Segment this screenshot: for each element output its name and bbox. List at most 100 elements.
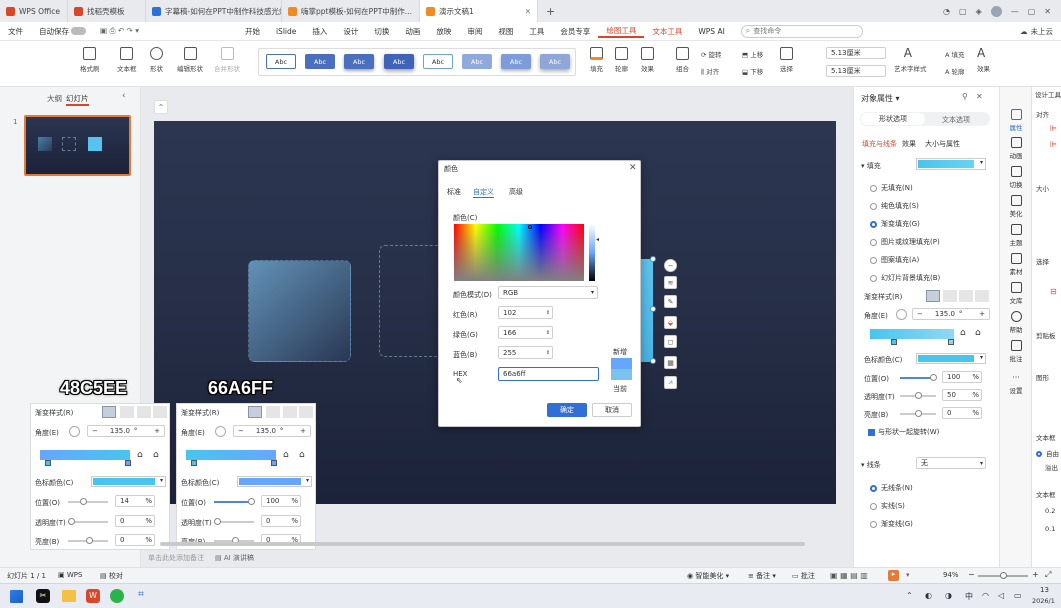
tab-presentation[interactable]: 演示文稿1 ✕ xyxy=(420,0,538,22)
green-input[interactable]: 166 ⇕ xyxy=(498,326,553,339)
close-panel-icon[interactable]: ✕ xyxy=(976,92,983,101)
shape-style-8[interactable]: Abc xyxy=(540,54,570,69)
autofit-option[interactable]: 自由 xyxy=(1036,448,1059,458)
fill-section-toggle[interactable]: ▾ 填充 xyxy=(861,161,881,171)
menu-member[interactable]: 会员专享 xyxy=(552,26,598,37)
zoom-slider[interactable] xyxy=(978,572,1028,579)
brightness-slider[interactable] xyxy=(900,410,936,417)
menu-slideshow[interactable]: 放映 xyxy=(428,26,459,37)
autosave-toggle[interactable] xyxy=(71,27,86,35)
battery-icon[interactable]: ▭ xyxy=(1014,591,1022,600)
tab-subtitle-doc[interactable]: 字幕稿-如何在PPT中制作科技感光效 xyxy=(146,0,282,22)
zoom-out-icon[interactable]: − xyxy=(968,570,975,579)
smart-beautify-button[interactable]: ◉ 智能美化 ▾ xyxy=(687,571,729,581)
transparency-slider[interactable] xyxy=(214,518,254,525)
windows-start-icon[interactable] xyxy=(10,590,23,603)
position-slider[interactable] xyxy=(214,498,255,505)
shape-style-4[interactable]: Abc xyxy=(384,54,414,69)
send-backward-button[interactable]: ⬓ 下移 xyxy=(742,66,763,76)
gradient-stop[interactable] xyxy=(191,460,197,466)
gradient-bar[interactable] xyxy=(40,450,130,460)
ok-button[interactable]: 确定 xyxy=(547,403,587,417)
sidebar-settings[interactable]: ··· 设置 xyxy=(1000,372,1032,395)
merge-shape-button[interactable]: 合并形状 xyxy=(214,47,240,73)
minimize-icon[interactable]: — xyxy=(1011,7,1019,16)
textbox-button[interactable]: 文本框 xyxy=(117,47,137,73)
wechat-icon[interactable] xyxy=(110,589,124,603)
gradient-stop[interactable] xyxy=(125,460,131,466)
close-dialog-icon[interactable]: ✕ xyxy=(629,163,637,173)
input-language[interactable]: 中 xyxy=(965,591,973,602)
gradient-stop[interactable] xyxy=(45,460,51,466)
position-input[interactable]: 14% xyxy=(115,495,155,507)
brightness-input[interactable]: 0% xyxy=(115,534,155,546)
fill-button[interactable]: 填充 xyxy=(590,47,603,73)
menu-tools[interactable]: 工具 xyxy=(521,26,552,37)
quick-access-icons[interactable]: ▣ ⎙ ↶ ↷ ▾ xyxy=(92,26,147,36)
ai-speech-button[interactable]: ▤ AI 演讲稿 xyxy=(215,553,254,563)
animation-icon[interactable]: ▦ xyxy=(664,356,677,369)
outline-button[interactable]: 轮廓 xyxy=(615,47,628,73)
menu-drawing-tools[interactable]: 绘图工具 xyxy=(598,25,645,38)
fit-window-icon[interactable]: ⤢ xyxy=(1045,570,1051,580)
subtab-effects[interactable]: 效果 xyxy=(902,139,916,149)
menu-file[interactable]: 文件 xyxy=(0,26,31,37)
width-input[interactable]: 5.13厘米 xyxy=(826,65,886,77)
close-window-icon[interactable]: ✕ xyxy=(1044,7,1051,16)
stop-color-picker[interactable]: ▾ xyxy=(916,353,986,364)
fill-option-pattern[interactable]: 图案填充(A) xyxy=(870,255,919,265)
fill-option-gradient[interactable]: 渐变填充(G) xyxy=(870,219,920,229)
gradient-stop[interactable] xyxy=(948,339,954,345)
transparency-slider[interactable] xyxy=(68,518,108,525)
rotate-button[interactable]: ⟳ 旋转 xyxy=(701,49,722,59)
fill-bucket-icon[interactable]: ⬙ xyxy=(664,316,677,329)
fill-option-solid[interactable]: 纯色填充(S) xyxy=(870,201,919,211)
wifi-icon[interactable]: ◠ xyxy=(982,591,989,600)
fill-option-picture[interactable]: 图片或纹理填充(P) xyxy=(870,237,940,247)
gradient-stop[interactable] xyxy=(891,339,897,345)
add-tab-button[interactable]: + xyxy=(538,5,563,18)
line-option-solid[interactable]: 实线(S) xyxy=(870,501,905,511)
add-stop-icon[interactable]: ⌂ xyxy=(137,450,143,460)
transparency-input[interactable]: 0% xyxy=(115,515,155,527)
fill-color-picker[interactable]: ▾ xyxy=(916,158,986,170)
view-mode-icons[interactable]: ▣ ▦ ▤ ▥ xyxy=(830,571,868,580)
margin-left-value[interactable]: 0.2 xyxy=(1045,507,1055,515)
color-mode-select[interactable]: RGB ▾ xyxy=(498,286,598,299)
tab-wps-home[interactable]: WPS Office xyxy=(0,0,68,22)
stop-color-picker[interactable]: ▾ xyxy=(91,476,166,487)
fill-option-background[interactable]: 幻灯片背景填充(B) xyxy=(870,273,940,283)
proofread-button[interactable]: ▤ 校对 xyxy=(100,571,123,581)
notification-icon[interactable]: ◔ xyxy=(943,7,950,16)
shape-style-6[interactable]: Abc xyxy=(462,54,492,69)
window-icon[interactable]: ▢ xyxy=(959,7,967,16)
bring-forward-button[interactable]: ⬒ 上移 xyxy=(742,49,763,59)
sidebar-theme[interactable]: 主题 xyxy=(1000,224,1032,247)
gradient-radial-icon[interactable] xyxy=(943,290,957,302)
volume-icon[interactable]: ◁ xyxy=(998,591,1004,600)
tray-show-icon[interactable]: ⌃ xyxy=(906,591,913,600)
wps-app-icon[interactable]: W xyxy=(86,589,100,603)
line-select[interactable]: 无 ▾ xyxy=(916,457,986,469)
notes-placeholder[interactable]: 单击此处添加备注 xyxy=(148,553,204,563)
line-section-toggle[interactable]: ▾ 线条 xyxy=(861,460,881,470)
align-left-icon[interactable]: ⊫ xyxy=(1050,124,1057,133)
collapse-panel-icon[interactable]: ‹ xyxy=(122,91,126,101)
gradient-linear-icon[interactable] xyxy=(926,290,940,302)
play-icon[interactable]: ▸ xyxy=(888,570,899,581)
menu-transition[interactable]: 切换 xyxy=(366,26,397,37)
transparency-input[interactable]: 0% xyxy=(261,515,301,527)
angle-stepper[interactable]: −135.0 ° + xyxy=(233,425,311,437)
sidebar-animation[interactable]: 动画 xyxy=(1000,137,1032,160)
position-input[interactable]: 100% xyxy=(261,495,301,507)
angle-stepper[interactable]: −135.0 ° + xyxy=(912,308,990,320)
format-brush-button[interactable]: 格式刷 xyxy=(80,47,100,73)
cancel-button[interactable]: 取消 xyxy=(592,403,632,417)
transparency-slider[interactable] xyxy=(900,392,936,399)
menu-view[interactable]: 视图 xyxy=(490,26,521,37)
sidebar-transition[interactable]: 切换 xyxy=(1000,166,1032,189)
spectrum-crosshair[interactable] xyxy=(528,225,532,229)
blue-input[interactable]: 255 ⇕ xyxy=(498,346,553,359)
angle-dial-icon[interactable] xyxy=(215,426,226,437)
gradient-stop[interactable] xyxy=(271,460,277,466)
